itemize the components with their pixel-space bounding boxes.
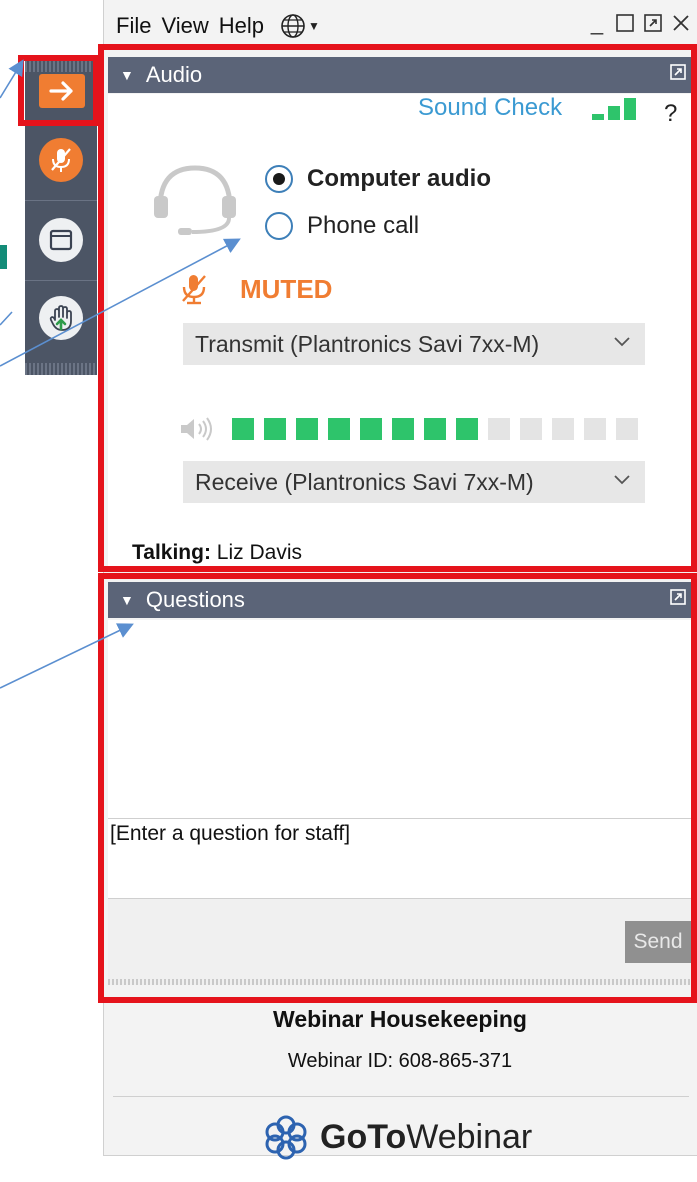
callout-arrow: [0, 623, 134, 689]
callout-arrows: [0, 59, 241, 689]
callout-marker: [0, 245, 7, 269]
callout-arrow: [0, 311, 13, 326]
callout-arrow: [0, 238, 241, 367]
callout-arrow: [0, 59, 24, 99]
